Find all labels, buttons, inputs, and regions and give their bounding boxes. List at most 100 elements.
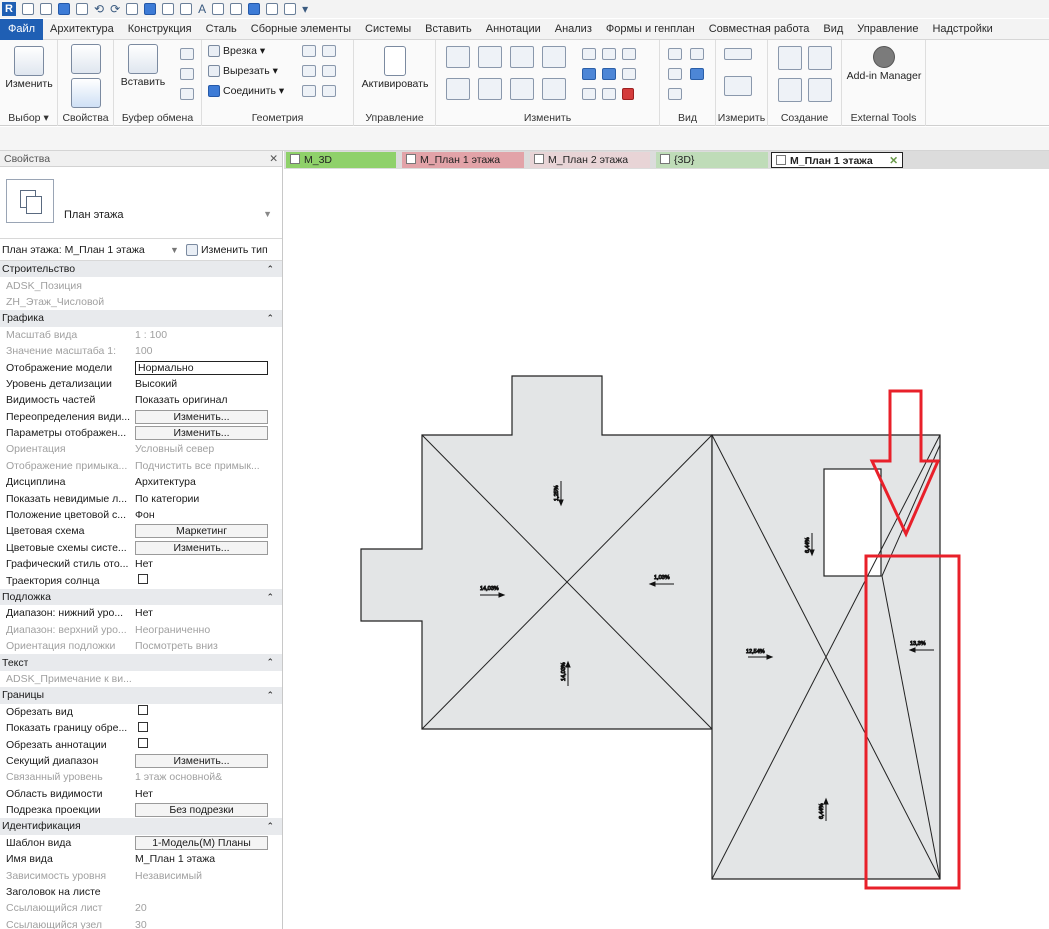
tab-view-3d[interactable]: М_3D bbox=[286, 152, 396, 168]
save-icon[interactable] bbox=[58, 3, 70, 15]
type-properties-button[interactable] bbox=[66, 44, 106, 76]
tab-massing-site[interactable]: Формы и генплан bbox=[599, 23, 702, 35]
demolish-icon[interactable] bbox=[302, 85, 316, 97]
copy-icon[interactable] bbox=[180, 68, 194, 80]
open-icon[interactable] bbox=[40, 3, 52, 15]
measure-icon[interactable] bbox=[162, 3, 175, 15]
collapse-icon[interactable]: ⌃ bbox=[266, 690, 274, 701]
tab-view[interactable]: Вид bbox=[816, 23, 850, 35]
property-checkbox[interactable] bbox=[133, 705, 282, 718]
tab-analyze[interactable]: Анализ bbox=[548, 23, 599, 35]
delete-icon[interactable] bbox=[622, 88, 634, 100]
paste-button[interactable]: Вставить bbox=[120, 44, 166, 88]
remove-paint-icon[interactable] bbox=[322, 65, 336, 77]
aligned-dimension-icon[interactable] bbox=[724, 76, 752, 96]
property-value[interactable]: Нет bbox=[133, 607, 282, 619]
create-similar-icon[interactable] bbox=[808, 78, 832, 102]
override-graphics-icon[interactable] bbox=[668, 48, 682, 60]
collapse-icon[interactable]: ⌃ bbox=[266, 592, 274, 603]
properties-button[interactable] bbox=[66, 78, 106, 110]
split-gap-icon[interactable] bbox=[602, 48, 616, 60]
property-edit-button[interactable]: 1-Модель(М) Планы bbox=[133, 835, 282, 850]
tab-systems[interactable]: Системы bbox=[358, 23, 418, 35]
redo-icon[interactable]: ⟳ bbox=[110, 3, 120, 15]
property-value[interactable]: Высокий bbox=[133, 378, 282, 390]
paint-icon[interactable] bbox=[302, 65, 316, 77]
property-edit-button[interactable]: Маркетинг bbox=[133, 524, 282, 539]
tab-insert[interactable]: Вставить bbox=[418, 23, 479, 35]
scale-icon[interactable] bbox=[602, 68, 616, 80]
tab-file[interactable]: Файл bbox=[0, 18, 44, 40]
tab-addins[interactable]: Надстройки bbox=[925, 23, 999, 35]
tab-architecture[interactable]: Архитектура bbox=[43, 23, 121, 35]
tab-annotate[interactable]: Аннотации bbox=[479, 23, 548, 35]
edit-type-button[interactable]: Изменить тип bbox=[186, 243, 268, 256]
property-value[interactable]: Нет bbox=[133, 788, 282, 800]
undo-icon[interactable]: ⟲ bbox=[94, 3, 104, 15]
property-group[interactable]: Подложка ⌃ bbox=[0, 588, 282, 606]
rotate-icon[interactable] bbox=[510, 78, 534, 100]
create-assembly-icon[interactable] bbox=[778, 46, 802, 70]
checkbox[interactable] bbox=[138, 705, 148, 716]
property-value[interactable]: Фон bbox=[133, 509, 282, 521]
wall-joins-icon[interactable] bbox=[302, 45, 316, 57]
split-face-icon[interactable] bbox=[322, 45, 336, 57]
sync-icon[interactable] bbox=[76, 3, 88, 15]
dimension-icon[interactable] bbox=[180, 3, 193, 15]
revit-logo[interactable]: R bbox=[2, 2, 16, 16]
join-button[interactable]: Соединить ▾ bbox=[208, 85, 284, 97]
property-value[interactable]: Нет bbox=[133, 558, 282, 570]
collapse-icon[interactable]: ⌃ bbox=[266, 821, 274, 832]
tab-collaborate[interactable]: Совместная работа bbox=[702, 23, 817, 35]
customize-qat-icon[interactable]: ▾ bbox=[302, 3, 308, 15]
modify-button[interactable]: Изменить bbox=[2, 46, 56, 90]
sheet-icon[interactable] bbox=[144, 3, 157, 15]
collapse-icon[interactable]: ⌃ bbox=[266, 657, 274, 668]
property-checkbox[interactable] bbox=[133, 721, 282, 735]
property-group[interactable]: Строительство ⌃ bbox=[0, 261, 282, 278]
copy-element-icon[interactable] bbox=[478, 78, 502, 100]
property-group[interactable]: Границы ⌃ bbox=[0, 687, 282, 704]
switch-windows-icon[interactable] bbox=[284, 3, 297, 15]
instance-selector[interactable]: План этажа: М_План 1 этажа ▼ Изменить ти… bbox=[0, 239, 282, 261]
3d-view-icon[interactable] bbox=[212, 3, 225, 15]
tab-steel[interactable]: Сталь bbox=[199, 23, 244, 35]
filter-icon[interactable] bbox=[690, 68, 704, 80]
collapse-icon[interactable]: ⌃ bbox=[266, 313, 274, 324]
match-properties-icon[interactable] bbox=[180, 88, 194, 100]
unpin-icon[interactable] bbox=[622, 68, 636, 80]
measure-distance-icon[interactable] bbox=[724, 48, 752, 60]
create-parts-icon[interactable] bbox=[808, 46, 832, 70]
checkbox[interactable] bbox=[138, 738, 148, 749]
tab-view-default-3d[interactable]: {3D} bbox=[656, 152, 768, 168]
cope-button[interactable]: Врезка ▾ bbox=[208, 45, 265, 57]
close-icon[interactable]: ✕ bbox=[269, 153, 278, 165]
property-edit-button[interactable]: Изменить... bbox=[133, 426, 282, 441]
property-value[interactable]: М_План 1 этажа bbox=[133, 853, 282, 865]
create-group-icon[interactable] bbox=[778, 78, 802, 102]
property-edit-button[interactable]: Изменить... bbox=[133, 540, 282, 555]
thin-lines-icon[interactable] bbox=[248, 3, 261, 15]
cut-geometry-button[interactable]: Вырезать ▾ bbox=[208, 65, 278, 77]
collapse-icon[interactable]: ⌃ bbox=[266, 264, 274, 275]
close-hidden-icon[interactable] bbox=[266, 3, 279, 15]
chevron-down-icon[interactable]: ▼ bbox=[170, 245, 179, 255]
property-edit-button[interactable]: Изменить... bbox=[133, 409, 282, 424]
linework-icon[interactable] bbox=[668, 68, 682, 80]
property-checkbox[interactable] bbox=[133, 738, 282, 751]
offset-icon[interactable] bbox=[478, 46, 502, 68]
property-edit-button[interactable]: Без подрезки bbox=[133, 803, 282, 818]
checkbox[interactable] bbox=[138, 574, 148, 585]
tab-manage[interactable]: Управление bbox=[850, 23, 925, 35]
property-group[interactable]: Идентификация ⌃ bbox=[0, 818, 282, 835]
checkbox[interactable] bbox=[138, 721, 148, 732]
section-icon[interactable] bbox=[230, 3, 243, 15]
print-icon[interactable] bbox=[126, 3, 139, 15]
trim-single-icon[interactable] bbox=[602, 88, 616, 100]
property-value[interactable]: Показать оригинал bbox=[133, 394, 282, 406]
chevron-down-icon[interactable]: ▼ bbox=[263, 209, 272, 219]
align-icon[interactable] bbox=[446, 46, 470, 68]
cut-icon[interactable] bbox=[180, 48, 194, 60]
property-group[interactable]: Текст ⌃ bbox=[0, 654, 282, 671]
property-value[interactable]: По категории bbox=[133, 493, 282, 505]
